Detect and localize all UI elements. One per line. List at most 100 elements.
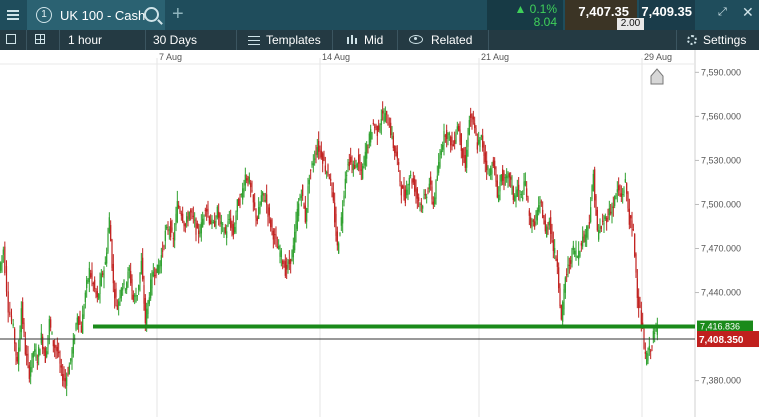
candle-body [95, 289, 97, 295]
candle-body [403, 186, 405, 197]
grid-layout-icon [35, 34, 45, 44]
price-chart[interactable]: 7,416.836 7,408.350 7 Aug 14 Aug 21 Aug 29 A… [0, 50, 759, 417]
candle-body [82, 314, 84, 334]
candle-body [359, 163, 361, 170]
candle-body [280, 250, 282, 258]
candle-body [279, 252, 281, 257]
candle-body [86, 279, 88, 289]
templates-button[interactable]: Templates [238, 30, 333, 50]
candle-body [470, 114, 472, 118]
panel-toggle-button[interactable] [0, 30, 27, 50]
buy-price-button[interactable]: 7,409.35 [639, 0, 695, 30]
candle-body [22, 301, 24, 324]
candle-body [582, 236, 584, 247]
candle-body [592, 173, 594, 191]
candle-body [579, 251, 581, 257]
candle-body [198, 230, 200, 234]
interval-selector[interactable]: 1 hour [60, 30, 146, 50]
candle-body [68, 365, 70, 375]
related-button[interactable]: Related [399, 30, 489, 50]
top-bar: 1 UK 100 - Cash + ▲ 0.1% 8.04 7,407.35 7… [0, 0, 759, 30]
candle-body [467, 137, 469, 147]
candle-body [70, 358, 72, 361]
candle-body [516, 189, 518, 197]
candle-body [410, 174, 412, 177]
candle-body [544, 220, 546, 232]
candle-body [612, 206, 614, 208]
candle-body [292, 245, 294, 258]
expand-icon[interactable]: ⤢ [718, 6, 730, 18]
candle-body [411, 179, 413, 184]
candle-body [504, 177, 506, 179]
candle-body [480, 135, 482, 138]
candle-body [375, 124, 377, 127]
range-selector[interactable]: 30 Days [147, 30, 237, 50]
candle-body [170, 221, 172, 238]
candle-body [372, 122, 374, 124]
candle-body [614, 195, 616, 206]
candle-body [107, 233, 109, 252]
close-icon[interactable]: ✕ [742, 4, 754, 21]
search-icon[interactable] [144, 7, 159, 22]
candle-body [167, 229, 169, 232]
candle-body [10, 315, 13, 322]
candle-body [626, 183, 628, 194]
candle-body [195, 218, 197, 235]
candle-body [448, 133, 450, 135]
candle-body [78, 316, 80, 326]
candle-body [275, 234, 277, 240]
settings-label: Settings [703, 33, 747, 47]
price-type-selector[interactable]: Mid [334, 30, 398, 50]
candle-body [126, 282, 128, 290]
candle-body [335, 213, 337, 236]
candle-body [23, 322, 25, 333]
candle-body [590, 207, 592, 222]
candle-body [447, 133, 449, 139]
candle-body [503, 172, 505, 186]
candle-body [559, 288, 561, 306]
candle-body [140, 260, 142, 274]
candle-body [94, 279, 96, 289]
candle-body [330, 178, 332, 181]
candle-body [594, 169, 596, 201]
candle-body [435, 180, 437, 199]
candlestick-icon [346, 35, 358, 45]
candle-body [299, 197, 301, 200]
settings-button[interactable]: Settings [676, 30, 759, 50]
candle-body [190, 210, 192, 213]
menu-button[interactable] [0, 0, 26, 30]
candle-body [283, 266, 285, 268]
chart-background [0, 50, 759, 417]
candle-body [520, 194, 522, 196]
candle-body [347, 163, 349, 165]
gear-icon [687, 35, 697, 45]
candle-body [143, 285, 145, 304]
candle-body [16, 356, 18, 362]
candle-body [72, 339, 74, 354]
candle-body [578, 250, 580, 260]
candle-body [178, 204, 180, 208]
candle-body [596, 209, 598, 231]
candle-body [651, 346, 653, 348]
candle-body [584, 234, 586, 243]
candle-body [407, 187, 409, 195]
candle-body [610, 211, 612, 214]
candle-body [134, 295, 136, 297]
support-level-label: 7,416.836 [700, 322, 740, 332]
candle-body [272, 230, 274, 240]
candle-body [88, 267, 90, 283]
candle-body [287, 261, 289, 268]
candle-body [332, 192, 334, 201]
candle-body [354, 164, 356, 170]
layout-button[interactable] [27, 30, 60, 50]
candle-body [174, 231, 176, 241]
candle-body [491, 170, 493, 174]
candle-body [650, 350, 652, 352]
instrument-tab[interactable]: 1 UK 100 - Cash [27, 0, 165, 30]
add-tab-icon[interactable]: + [172, 3, 184, 26]
candle-body [336, 231, 338, 246]
candle-body [30, 367, 32, 377]
candle-body [55, 346, 57, 350]
candle-body [636, 278, 638, 298]
candle-body [355, 160, 357, 162]
